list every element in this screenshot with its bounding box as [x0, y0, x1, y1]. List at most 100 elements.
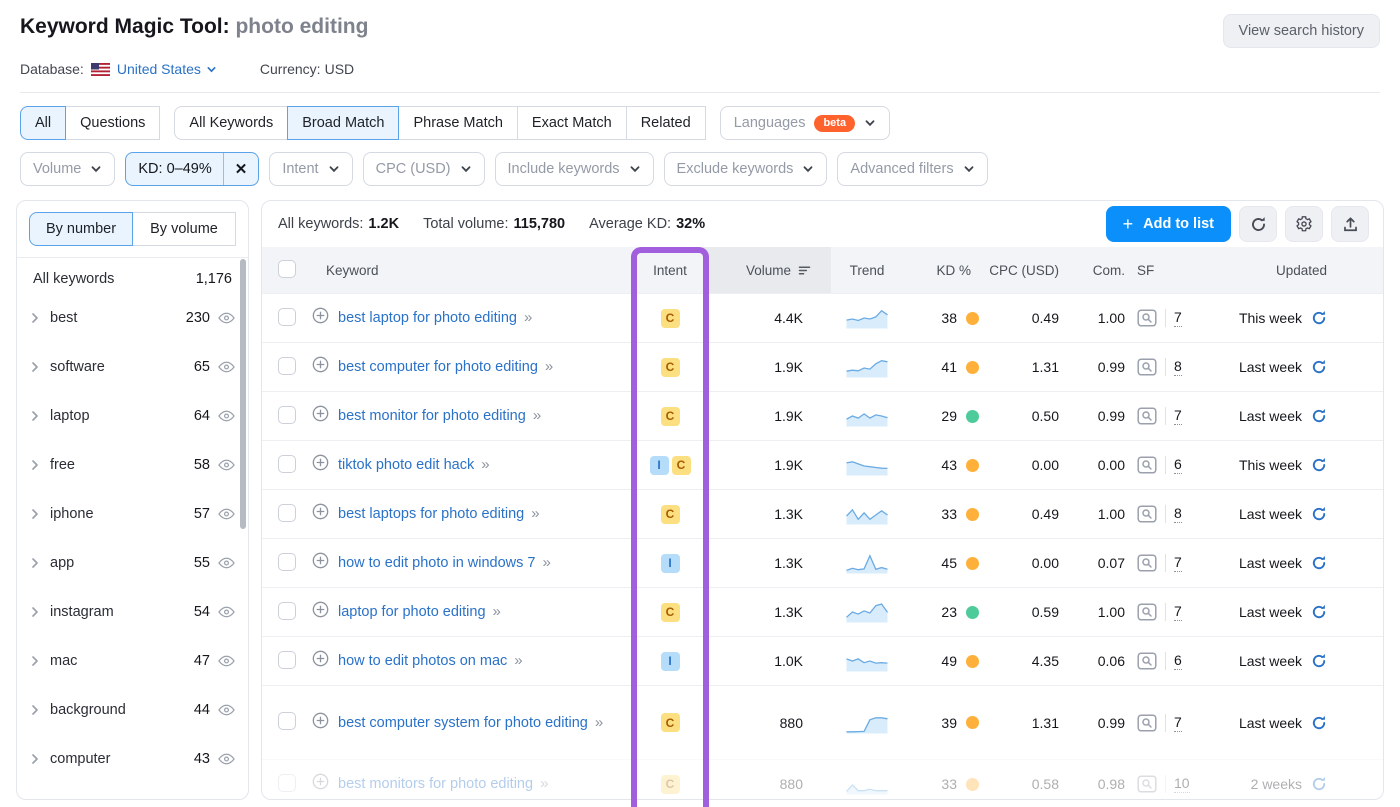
- export-button[interactable]: [1331, 206, 1369, 242]
- row-checkbox[interactable]: [278, 712, 296, 730]
- filter-dropdown[interactable]: Intent: [269, 152, 352, 186]
- keyword-link[interactable]: laptop for photo editing: [338, 604, 486, 620]
- filter-dropdown[interactable]: Volume: [20, 152, 115, 186]
- eye-icon[interactable]: [218, 361, 235, 373]
- tab-button[interactable]: Exact Match: [517, 106, 627, 140]
- serp-preview-icon[interactable]: [1137, 407, 1157, 425]
- keyword-link[interactable]: how to edit photo in windows 7: [338, 555, 536, 571]
- tab-button[interactable]: Questions: [65, 106, 160, 140]
- serp-preview-icon[interactable]: [1137, 309, 1157, 327]
- expand-keyword-icon[interactable]: »: [524, 309, 532, 326]
- keyword-link[interactable]: how to edit photos on mac: [338, 653, 507, 669]
- sf-value[interactable]: 10: [1174, 775, 1190, 793]
- sidebar-group-item[interactable]: computer 43: [17, 734, 248, 783]
- sf-value[interactable]: 6: [1174, 652, 1182, 670]
- sidebar-item-all-keywords[interactable]: All keywords 1,176: [17, 258, 248, 293]
- eye-icon[interactable]: [218, 655, 235, 667]
- add-keyword-icon[interactable]: [312, 650, 329, 667]
- keyword-link[interactable]: best computer for photo editing: [338, 359, 538, 375]
- eye-icon[interactable]: [218, 508, 235, 520]
- eye-icon[interactable]: [218, 704, 235, 716]
- add-keyword-icon[interactable]: [312, 405, 329, 422]
- filter-dropdown[interactable]: Advanced filters: [837, 152, 987, 186]
- eye-icon[interactable]: [218, 753, 235, 765]
- sf-value[interactable]: 7: [1174, 603, 1182, 621]
- sidebar-group-item[interactable]: background 44: [17, 685, 248, 734]
- tab-button[interactable]: All: [20, 106, 66, 140]
- select-all-checkbox[interactable]: [278, 260, 296, 278]
- refresh-row-icon[interactable]: [1311, 604, 1327, 620]
- expand-keyword-icon[interactable]: »: [533, 407, 541, 424]
- add-keyword-icon[interactable]: [312, 356, 329, 373]
- expand-keyword-icon[interactable]: »: [543, 554, 551, 571]
- refresh-row-icon[interactable]: [1311, 653, 1327, 669]
- sf-value[interactable]: 8: [1174, 505, 1182, 523]
- sf-value[interactable]: 7: [1174, 309, 1182, 327]
- expand-keyword-icon[interactable]: »: [595, 714, 603, 731]
- row-checkbox[interactable]: [278, 602, 296, 620]
- sort-toggle-button[interactable]: By volume: [132, 212, 236, 246]
- row-checkbox[interactable]: [278, 455, 296, 473]
- row-checkbox[interactable]: [278, 406, 296, 424]
- refresh-button[interactable]: [1239, 206, 1277, 242]
- expand-keyword-icon[interactable]: »: [481, 456, 489, 473]
- add-keyword-icon[interactable]: [312, 454, 329, 471]
- refresh-row-icon[interactable]: [1311, 776, 1327, 792]
- expand-keyword-icon[interactable]: »: [493, 603, 501, 620]
- column-header-volume[interactable]: Volume: [703, 247, 831, 293]
- row-checkbox[interactable]: [278, 504, 296, 522]
- sidebar-group-item[interactable]: software 65: [17, 342, 248, 391]
- sidebar-group-item[interactable]: instagram 54: [17, 587, 248, 636]
- refresh-row-icon[interactable]: [1311, 359, 1327, 375]
- keyword-link[interactable]: best monitors for photo editing: [338, 776, 533, 792]
- serp-preview-icon[interactable]: [1137, 652, 1157, 670]
- serp-preview-icon[interactable]: [1137, 775, 1157, 793]
- sort-toggle-button[interactable]: By number: [29, 212, 133, 246]
- serp-preview-icon[interactable]: [1137, 358, 1157, 376]
- settings-gear-button[interactable]: [1285, 206, 1323, 242]
- tab-button[interactable]: Related: [626, 106, 706, 140]
- eye-icon[interactable]: [218, 459, 235, 471]
- refresh-row-icon[interactable]: [1311, 506, 1327, 522]
- sf-value[interactable]: 7: [1174, 554, 1182, 572]
- serp-preview-icon[interactable]: [1137, 505, 1157, 523]
- add-keyword-icon[interactable]: [312, 552, 329, 569]
- filter-dropdown[interactable]: Include keywords: [495, 152, 654, 186]
- expand-keyword-icon[interactable]: »: [514, 652, 522, 669]
- sf-value[interactable]: 8: [1174, 358, 1182, 376]
- refresh-row-icon[interactable]: [1311, 715, 1327, 731]
- eye-icon[interactable]: [218, 410, 235, 422]
- expand-keyword-icon[interactable]: »: [540, 775, 548, 792]
- keyword-link[interactable]: best computer system for photo editing: [338, 715, 588, 731]
- sidebar-group-item[interactable]: mac 47: [17, 636, 248, 685]
- add-keyword-icon[interactable]: [312, 601, 329, 618]
- serp-preview-icon[interactable]: [1137, 603, 1157, 621]
- eye-icon[interactable]: [218, 312, 235, 324]
- eye-icon[interactable]: [218, 557, 235, 569]
- expand-keyword-icon[interactable]: »: [545, 358, 553, 375]
- sf-value[interactable]: 7: [1174, 407, 1182, 425]
- add-keyword-icon[interactable]: [312, 307, 329, 324]
- serp-preview-icon[interactable]: [1137, 554, 1157, 572]
- sidebar-group-item[interactable]: best 230: [17, 293, 248, 342]
- add-to-list-button[interactable]: + Add to list: [1106, 206, 1231, 242]
- refresh-row-icon[interactable]: [1311, 408, 1327, 424]
- sidebar-group-item[interactable]: free 58: [17, 440, 248, 489]
- refresh-row-icon[interactable]: [1311, 310, 1327, 326]
- view-search-history-button[interactable]: View search history: [1223, 14, 1380, 48]
- tab-button[interactable]: Phrase Match: [398, 106, 517, 140]
- serp-preview-icon[interactable]: [1137, 714, 1157, 732]
- languages-dropdown[interactable]: Languages beta: [720, 106, 890, 140]
- row-checkbox[interactable]: [278, 651, 296, 669]
- clear-filter-button[interactable]: ✕: [223, 153, 259, 185]
- database-selector[interactable]: United States: [117, 61, 217, 77]
- filter-dropdown[interactable]: Exclude keywords: [664, 152, 828, 186]
- refresh-row-icon[interactable]: [1311, 555, 1327, 571]
- filter-dropdown[interactable]: KD: 0–49% ✕: [125, 152, 259, 186]
- tab-button[interactable]: All Keywords: [174, 106, 288, 140]
- sidebar-group-item[interactable]: iphone 57: [17, 489, 248, 538]
- keyword-link[interactable]: best laptop for photo editing: [338, 310, 517, 326]
- tab-button[interactable]: Broad Match: [287, 106, 399, 140]
- sidebar-scrollbar[interactable]: [240, 259, 246, 529]
- sf-value[interactable]: 7: [1174, 714, 1182, 732]
